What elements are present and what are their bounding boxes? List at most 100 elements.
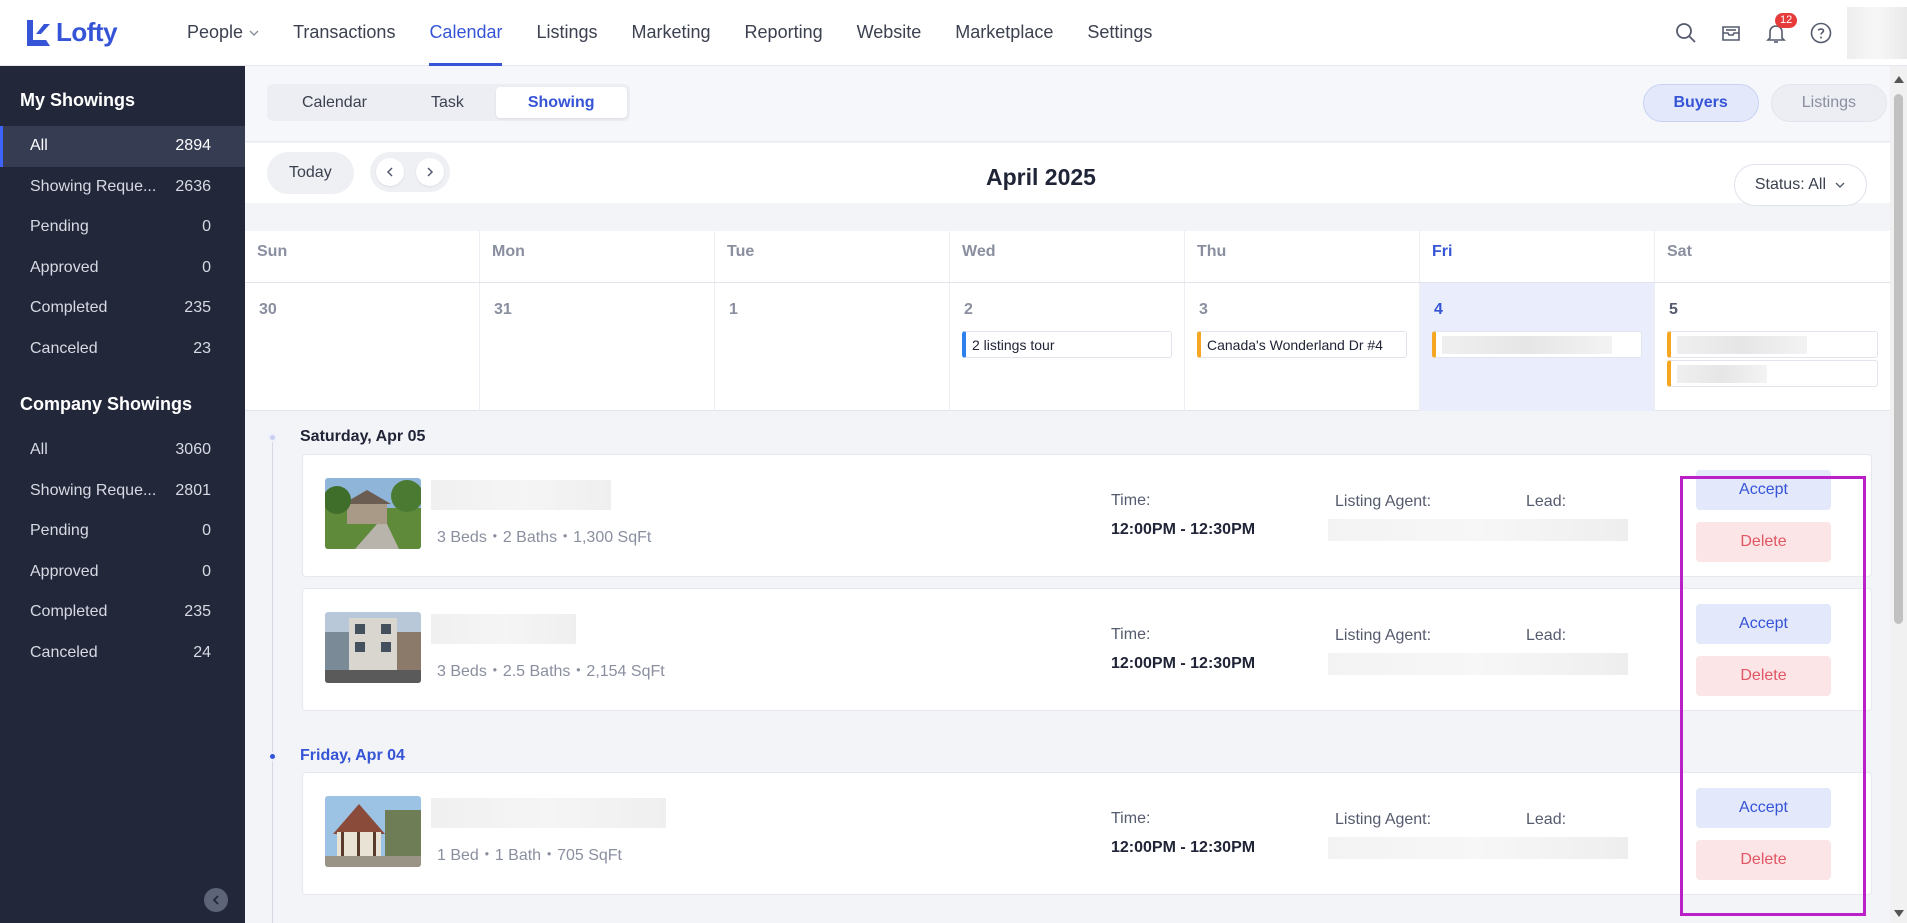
- notification-badge: 12: [1775, 13, 1798, 28]
- nav-listings[interactable]: Listings: [519, 0, 614, 66]
- sidebar-item-my-pending[interactable]: Pending 0: [0, 207, 245, 248]
- delete-button[interactable]: Delete: [1696, 656, 1831, 696]
- calendar-event-redacted[interactable]: [1432, 331, 1642, 358]
- nav-calendar[interactable]: Calendar: [412, 0, 519, 66]
- day-cell[interactable]: 3 Canada's Wonderland Dr #4: [1185, 283, 1420, 411]
- buyers-listings-toggle: Buyers Listings: [1631, 84, 1887, 122]
- accept-button[interactable]: Accept: [1696, 788, 1831, 828]
- delete-button[interactable]: Delete: [1696, 522, 1831, 562]
- listings-toggle[interactable]: Listings: [1770, 84, 1887, 122]
- redacted-text: [1442, 335, 1612, 354]
- day-number: 30: [259, 301, 277, 318]
- sidebar-item-label: Approved: [30, 562, 99, 580]
- redacted-agent-lead: [1328, 519, 1628, 541]
- nav-marketing[interactable]: Marketing: [615, 0, 728, 66]
- chevron-down-icon: [249, 30, 259, 36]
- sidebar-item-company-approved[interactable]: Approved 0: [0, 552, 245, 593]
- sidebar: My Showings All 2894 Showing Reque... 26…: [0, 66, 245, 923]
- sidebar-item-my-completed[interactable]: Completed 235: [0, 288, 245, 329]
- accept-button[interactable]: Accept: [1696, 604, 1831, 644]
- date-group-label: Saturday, Apr 05: [300, 428, 426, 445]
- lofty-logo[interactable]: Lofty: [24, 17, 170, 48]
- sidebar-item-my-approved[interactable]: Approved 0: [0, 248, 245, 289]
- sidebar-item-company-all[interactable]: All 3060: [0, 430, 245, 471]
- showing-card[interactable]: 1 Bed・1 Bath・705 SqFt Time: 12:00PM - 12…: [302, 772, 1872, 895]
- tab-calendar[interactable]: Calendar: [270, 87, 399, 118]
- scroll-up-arrow-icon[interactable]: [1894, 76, 1904, 83]
- company-showings-title: Company Showings: [20, 393, 193, 414]
- buyers-toggle[interactable]: Buyers: [1642, 84, 1759, 122]
- weekday-fri: Fri: [1420, 231, 1655, 282]
- calendar-event-redacted[interactable]: [1667, 331, 1878, 358]
- redacted-text: [1677, 364, 1767, 383]
- day-cell[interactable]: 1: [715, 283, 950, 411]
- sidebar-item-company-showing-requests[interactable]: Showing Reque... 2801: [0, 471, 245, 512]
- collapse-sidebar-button[interactable]: [204, 888, 228, 912]
- showing-card[interactable]: 3 Beds・2 Baths・1,300 SqFt Time: 12:00PM …: [302, 454, 1872, 577]
- status-filter-dropdown[interactable]: Status: All: [1733, 164, 1867, 206]
- tab-task[interactable]: Task: [399, 87, 496, 118]
- day-number: 31: [494, 301, 512, 318]
- weekday-wed: Wed: [950, 231, 1185, 282]
- nav-transactions[interactable]: Transactions: [276, 0, 412, 66]
- sidebar-item-company-pending[interactable]: Pending 0: [0, 511, 245, 552]
- nav-marketplace[interactable]: Marketplace: [938, 0, 1070, 66]
- time-value: 12:00PM - 12:30PM: [1111, 655, 1256, 672]
- sidebar-item-label: Approved: [30, 258, 99, 276]
- main-nav: People Transactions Calendar Listings Ma…: [170, 0, 1169, 66]
- sidebar-item-count: 0: [202, 562, 211, 580]
- nav-settings[interactable]: Settings: [1070, 0, 1169, 66]
- search-icon[interactable]: [1672, 19, 1700, 47]
- sidebar-item-my-showing-requests[interactable]: Showing Reque... 2636: [0, 167, 245, 208]
- tab-showing[interactable]: Showing: [495, 87, 627, 118]
- sidebar-item-label: All: [30, 441, 48, 459]
- day-number: 2: [964, 301, 973, 318]
- day-cell[interactable]: 2 2 listings tour: [950, 283, 1185, 411]
- day-number: 1: [729, 301, 738, 318]
- inbox-icon[interactable]: [1717, 19, 1745, 47]
- sidebar-item-label: Showing Reque...: [30, 177, 157, 195]
- calendar-event[interactable]: 2 listings tour: [962, 331, 1172, 358]
- timeline-line: [272, 437, 273, 923]
- sidebar-item-my-all[interactable]: All 2894: [0, 126, 245, 167]
- status-filter-label: Status: All: [1754, 176, 1826, 193]
- property-specs: 1 Bed・1 Bath・705 SqFt: [437, 847, 623, 864]
- date-group-header: Friday, Apr 04: [268, 747, 405, 765]
- sidebar-item-label: Completed: [30, 603, 108, 621]
- main-content: Calendar Task Showing Buyers Listings To…: [245, 66, 1907, 923]
- sidebar-item-company-canceled[interactable]: Canceled 24: [0, 633, 245, 674]
- nav-reporting[interactable]: Reporting: [728, 0, 840, 66]
- calendar-event[interactable]: Canada's Wonderland Dr #4: [1197, 331, 1407, 358]
- sidebar-item-my-canceled[interactable]: Canceled 23: [0, 329, 245, 370]
- listing-agent-label: Listing Agent:: [1335, 493, 1432, 510]
- day-cell[interactable]: 31: [480, 283, 715, 411]
- redacted-address: [431, 480, 611, 510]
- showing-card[interactable]: 3 Beds・2.5 Baths・2,154 SqFt Time: 12:00P…: [302, 588, 1872, 711]
- weekday-thu: Thu: [1185, 231, 1420, 282]
- time-value: 12:00PM - 12:30PM: [1111, 839, 1256, 856]
- time-label: Time:: [1111, 626, 1151, 643]
- nav-website[interactable]: Website: [840, 0, 939, 66]
- sidebar-item-company-completed[interactable]: Completed 235: [0, 592, 245, 633]
- week-grid: Sun Mon Tue Wed Thu Fri Sat 30 31 1 2 2 …: [245, 231, 1890, 411]
- day-cell[interactable]: 5: [1655, 283, 1890, 411]
- weekday-tue: Tue: [715, 231, 950, 282]
- bell-icon[interactable]: 12: [1762, 13, 1798, 47]
- showings-list: Saturday, Apr 05 3 Beds・2 Baths・1,300 Sq…: [245, 412, 1890, 923]
- day-cell[interactable]: 30: [245, 283, 480, 411]
- calendar-event-redacted[interactable]: [1667, 360, 1878, 387]
- delete-button[interactable]: Delete: [1696, 840, 1831, 880]
- day-cell-today[interactable]: 4: [1420, 283, 1655, 411]
- scrollbar[interactable]: [1890, 66, 1907, 923]
- nav-people[interactable]: People: [170, 0, 276, 66]
- timeline-dot: [268, 432, 277, 442]
- day-number: 3: [1199, 301, 1208, 318]
- scrollbar-thumb[interactable]: [1894, 94, 1903, 624]
- help-icon[interactable]: [1807, 19, 1835, 47]
- sidebar-item-count: 235: [184, 299, 211, 317]
- property-photo: [325, 796, 421, 867]
- accept-button[interactable]: Accept: [1696, 470, 1831, 510]
- scroll-down-arrow-icon[interactable]: [1894, 910, 1904, 917]
- avatar[interactable]: [1847, 7, 1907, 59]
- date-group-label: Friday, Apr 04: [300, 747, 405, 764]
